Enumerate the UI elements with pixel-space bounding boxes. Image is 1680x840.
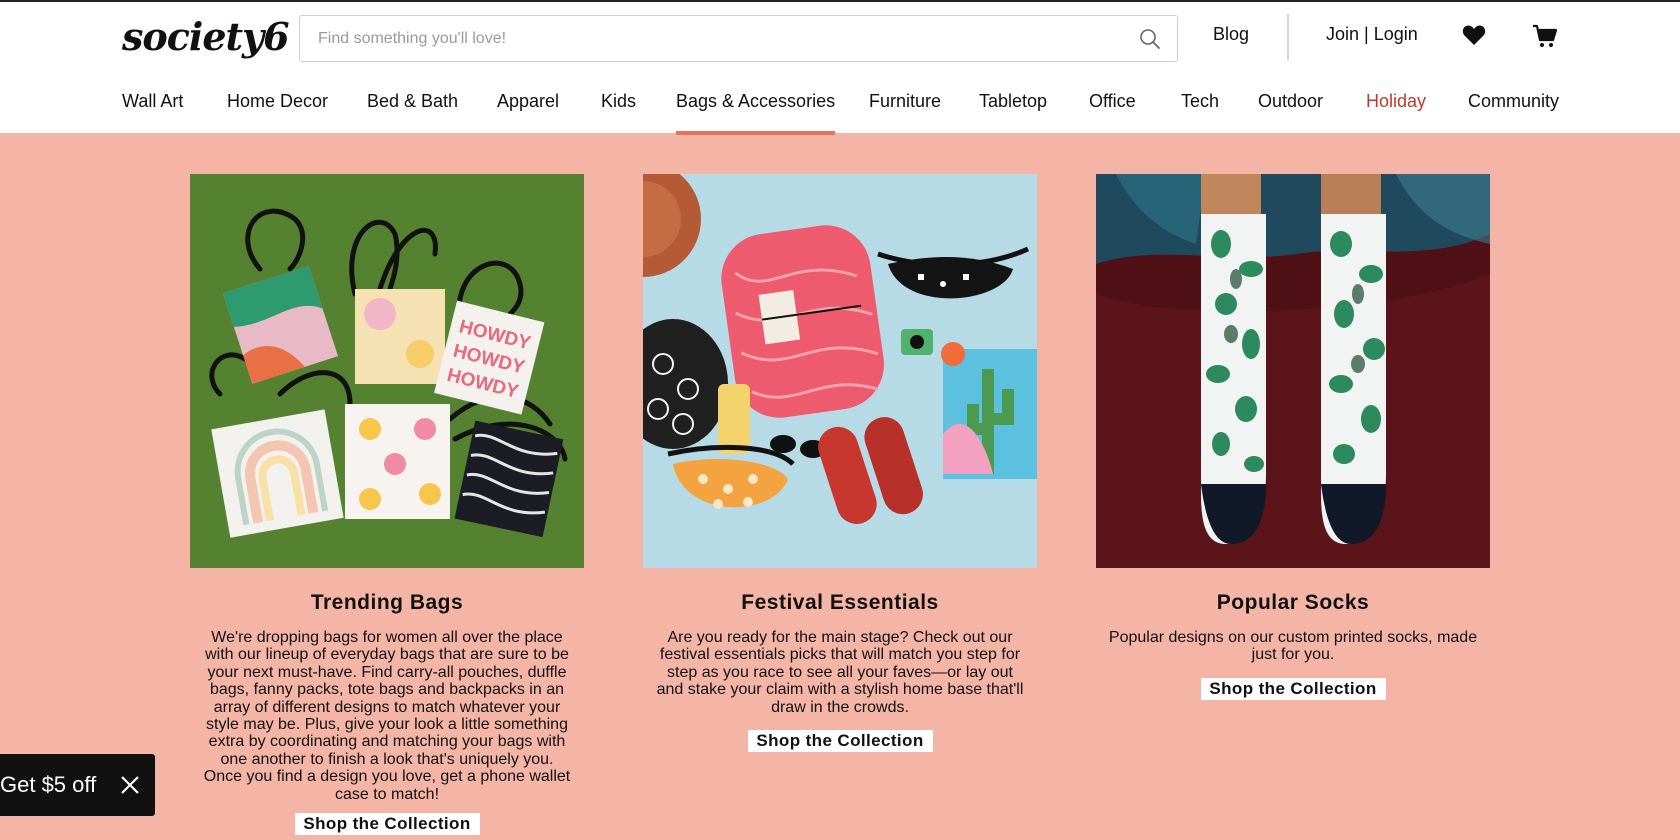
popular-socks-image[interactable] <box>1096 174 1490 568</box>
promo-label[interactable]: Get $5 off <box>0 772 96 798</box>
nav-item-tabletop[interactable]: Tabletop <box>979 91 1047 135</box>
card-title: Trending Bags <box>310 591 464 614</box>
nav-item-community[interactable]: Community <box>1468 91 1559 135</box>
card-description: Are you ready for the main stage? Check … <box>656 629 1024 716</box>
card-title: Popular Socks <box>1216 591 1370 614</box>
nav-item-wall-art[interactable]: Wall Art <box>122 91 183 135</box>
close-icon[interactable] <box>119 774 141 796</box>
site-header: society6 Blog Join | Login Wall Art Home… <box>0 0 1680 135</box>
shop-collection-button[interactable]: Shop the Collection <box>294 813 480 836</box>
card-description: Popular designs on our custom printed so… <box>1108 629 1478 664</box>
search-input[interactable] <box>318 16 1118 61</box>
collection-card-trending-bags: HOWDY HOWDY HOWDY Trending Bags We're dr… <box>190 174 584 836</box>
collection-card-festival-essentials: Festival Essentials Are you ready for th… <box>643 174 1037 753</box>
header-divider <box>1287 14 1289 60</box>
nav-item-furniture[interactable]: Furniture <box>869 91 941 135</box>
festival-essentials-image[interactable] <box>643 174 1037 568</box>
promo-banner[interactable]: Get $5 off <box>0 754 155 816</box>
category-nav: Wall Art Home Decor Bed & Bath Apparel K… <box>0 86 1680 135</box>
nav-item-office[interactable]: Office <box>1089 91 1136 135</box>
nav-item-home-decor[interactable]: Home Decor <box>227 91 328 135</box>
site-logo[interactable]: society6 <box>122 14 290 59</box>
nav-item-outdoor[interactable]: Outdoor <box>1258 91 1323 135</box>
card-description: We're dropping bags for women all over t… <box>203 629 571 803</box>
search-bar[interactable] <box>299 15 1178 62</box>
blog-link[interactable]: Blog <box>1213 24 1249 45</box>
nav-item-bed-bath[interactable]: Bed & Bath <box>367 91 458 135</box>
nav-item-bags-accessories[interactable]: Bags & Accessories <box>676 91 836 135</box>
heart-icon[interactable] <box>1462 24 1486 46</box>
nav-item-tech[interactable]: Tech <box>1181 91 1219 135</box>
collection-card-popular-socks: Popular Socks Popular designs on our cus… <box>1096 174 1490 700</box>
search-icon[interactable] <box>1139 28 1161 50</box>
join-login-link[interactable]: Join | Login <box>1326 24 1418 45</box>
nav-item-holiday[interactable]: Holiday <box>1366 91 1426 135</box>
nav-item-kids[interactable]: Kids <box>601 91 636 135</box>
cart-icon[interactable] <box>1532 24 1558 48</box>
shop-collection-button[interactable]: Shop the Collection <box>747 730 933 753</box>
trending-bags-image[interactable]: HOWDY HOWDY HOWDY <box>190 174 584 568</box>
card-title: Festival Essentials <box>741 591 939 614</box>
shop-collection-button[interactable]: Shop the Collection <box>1200 677 1386 700</box>
nav-item-apparel[interactable]: Apparel <box>497 91 559 135</box>
